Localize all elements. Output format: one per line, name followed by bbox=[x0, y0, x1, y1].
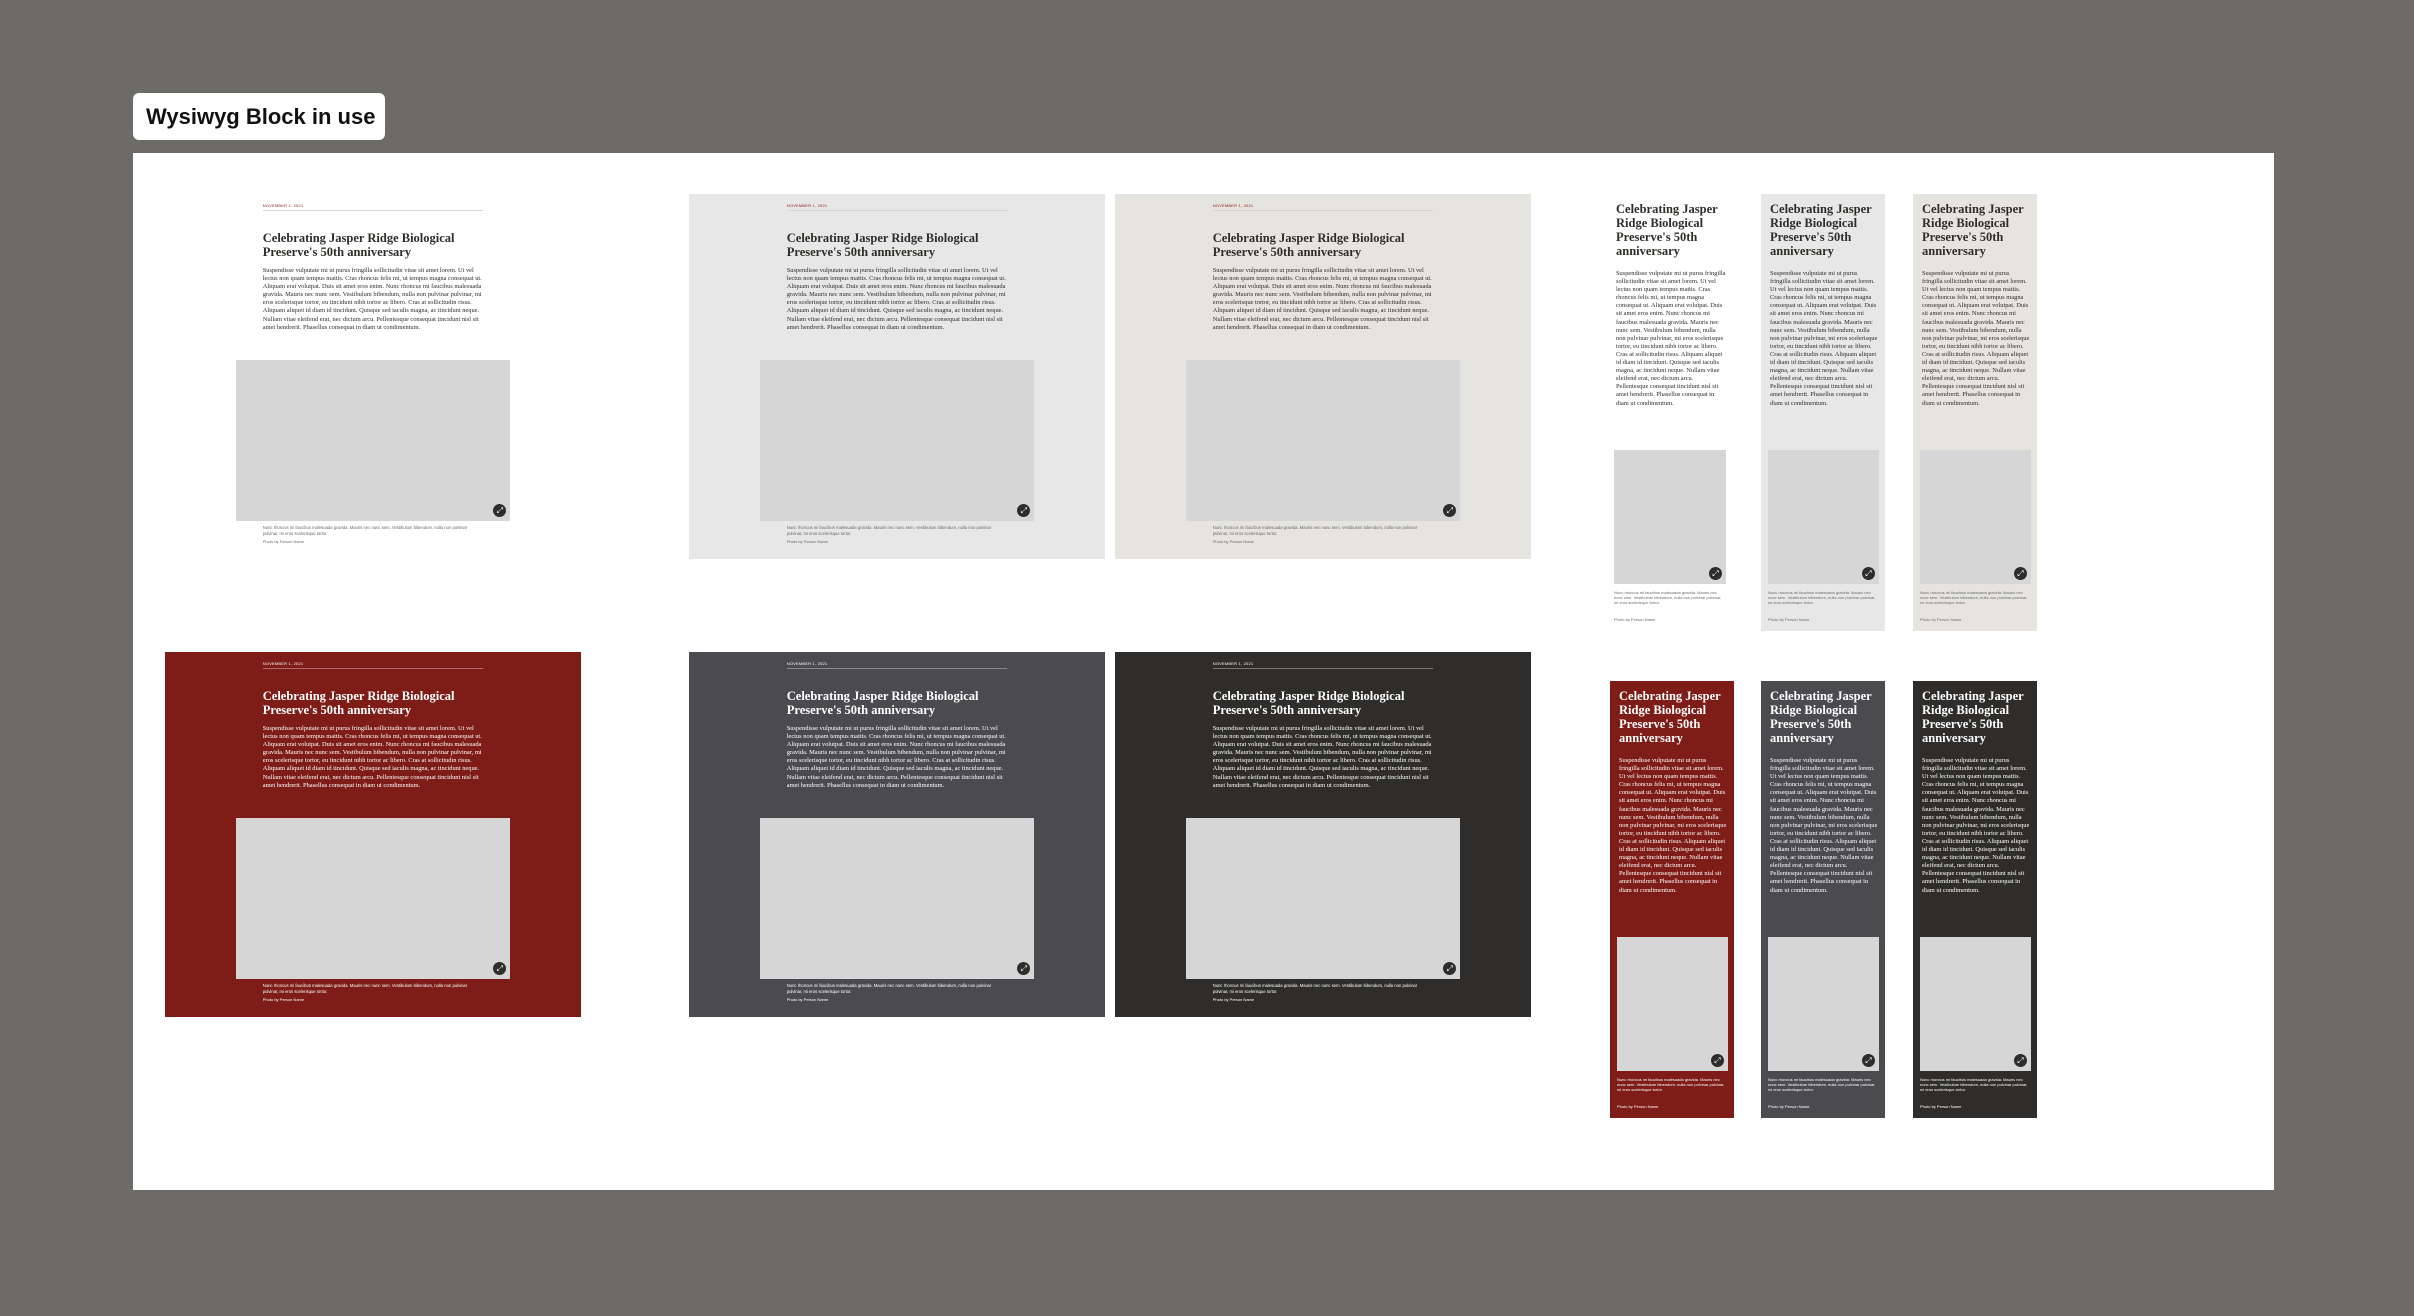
article-date: NOVEMBER 1, 2021 bbox=[1212, 203, 1254, 208]
article-date: NOVEMBER 1, 2021 bbox=[262, 661, 304, 666]
image-caption: Nunc rhoncus mi faucibus malesuada gravi… bbox=[1212, 525, 1418, 536]
expand-icon[interactable]: ⤢ bbox=[1709, 567, 1722, 580]
wysiwyg-card-narrow-light: Celebrating Jasper Ridge Biological Pres… bbox=[1761, 194, 1885, 631]
image-placeholder: ⤢ bbox=[1614, 450, 1726, 584]
wysiwyg-card-narrow-gray: Celebrating Jasper Ridge Biological Pres… bbox=[1761, 681, 1885, 1118]
expand-icon[interactable]: ⤢ bbox=[1443, 962, 1457, 975]
article-body: Suspendisse vulputate mi ut purus fringi… bbox=[262, 267, 482, 331]
article-title: Celebrating Jasper Ridge Biological Pres… bbox=[1922, 689, 2024, 745]
article-body: Suspendisse vulputate mi ut purus fringi… bbox=[1616, 270, 1726, 407]
divider bbox=[1212, 210, 1434, 211]
image-credit: Photo by Person Name bbox=[262, 539, 305, 544]
expand-icon[interactable]: ⤢ bbox=[1017, 504, 1031, 517]
image-credit: Photo by Person Name bbox=[1212, 539, 1255, 544]
image-placeholder: ⤢ bbox=[759, 818, 1035, 979]
image-caption: Nunc rhoncus mi faucibus malesuada gravi… bbox=[1920, 590, 2028, 606]
image-placeholder: ⤢ bbox=[235, 818, 511, 979]
image-credit: Photo by Person Name bbox=[1768, 1104, 1810, 1109]
article-date: NOVEMBER 1, 2021 bbox=[1212, 661, 1254, 666]
image-credit: Photo by Person Name bbox=[1920, 617, 1962, 622]
image-caption: Nunc rhoncus mi faucibus malesuada gravi… bbox=[786, 525, 992, 536]
divider bbox=[262, 668, 484, 669]
image-credit: Photo by Person Name bbox=[1617, 1104, 1659, 1109]
expand-icon[interactable]: ⤢ bbox=[493, 962, 507, 975]
expand-icon[interactable]: ⤢ bbox=[1862, 567, 1875, 580]
image-caption: Nunc rhoncus mi faucibus malesuada gravi… bbox=[786, 983, 992, 994]
article-body: Suspendisse vulputate mi ut purus fringi… bbox=[1922, 757, 2030, 894]
article-body: Suspendisse vulputate mi ut purus fringi… bbox=[786, 267, 1006, 331]
image-placeholder: ⤢ bbox=[1920, 937, 2031, 1071]
image-caption: Nunc rhoncus mi faucibus malesuada gravi… bbox=[262, 983, 468, 994]
image-credit: Photo by Person Name bbox=[1212, 997, 1255, 1002]
expand-icon[interactable]: ⤢ bbox=[2014, 1054, 2027, 1067]
article-title: Celebrating Jasper Ridge Biological Pres… bbox=[1212, 689, 1405, 717]
image-caption: Nunc rhoncus mi faucibus malesuada gravi… bbox=[1617, 1077, 1725, 1093]
wysiwyg-card-wide-light: NOVEMBER 1, 2021 Celebrating Jasper Ridg… bbox=[689, 194, 1105, 559]
image-caption: Nunc rhoncus mi faucibus malesuada gravi… bbox=[1920, 1077, 2028, 1093]
article-title: Celebrating Jasper Ridge Biological Pres… bbox=[1212, 231, 1405, 259]
canvas: NOVEMBER 1, 2021 Celebrating Jasper Ridg… bbox=[133, 153, 2274, 1190]
wysiwyg-card-wide-white: NOVEMBER 1, 2021 Celebrating Jasper Ridg… bbox=[165, 194, 581, 559]
expand-icon[interactable]: ⤢ bbox=[1443, 504, 1457, 517]
article-body: Suspendisse vulputate mi ut purus fringi… bbox=[1770, 757, 1878, 894]
article-title: Celebrating Jasper Ridge Biological Pres… bbox=[1770, 202, 1872, 258]
image-placeholder: ⤢ bbox=[759, 360, 1035, 521]
article-body: Suspendisse vulputate mi ut purus fringi… bbox=[1770, 270, 1878, 407]
image-caption: Nunc rhoncus mi faucibus malesuada gravi… bbox=[1768, 1077, 1876, 1093]
wysiwyg-card-narrow-stone: Celebrating Jasper Ridge Biological Pres… bbox=[1913, 194, 2037, 631]
wysiwyg-card-narrow-black: Celebrating Jasper Ridge Biological Pres… bbox=[1913, 681, 2037, 1118]
image-placeholder: ⤢ bbox=[1185, 818, 1461, 979]
article-date: NOVEMBER 1, 2021 bbox=[786, 203, 828, 208]
expand-icon[interactable]: ⤢ bbox=[1711, 1054, 1724, 1067]
expand-icon[interactable]: ⤢ bbox=[1862, 1054, 1875, 1067]
image-caption: Nunc rhoncus mi faucibus malesuada gravi… bbox=[262, 525, 468, 536]
wysiwyg-card-wide-stone: NOVEMBER 1, 2021 Celebrating Jasper Ridg… bbox=[1115, 194, 1531, 559]
article-title: Celebrating Jasper Ridge Biological Pres… bbox=[1922, 202, 2024, 258]
article-body: Suspendisse vulputate mi ut purus fringi… bbox=[786, 725, 1006, 789]
image-placeholder: ⤢ bbox=[235, 360, 511, 521]
image-credit: Photo by Person Name bbox=[786, 997, 829, 1002]
image-credit: Photo by Person Name bbox=[1614, 617, 1656, 622]
article-body: Suspendisse vulputate mi ut purus fringi… bbox=[1212, 267, 1432, 331]
divider bbox=[786, 210, 1008, 211]
article-body: Suspendisse vulputate mi ut purus fringi… bbox=[1922, 270, 2030, 407]
wysiwyg-card-wide-red: NOVEMBER 1, 2021 Celebrating Jasper Ridg… bbox=[165, 652, 581, 1017]
article-title: Celebrating Jasper Ridge Biological Pres… bbox=[786, 689, 979, 717]
image-placeholder: ⤢ bbox=[1768, 937, 1879, 1071]
expand-icon[interactable]: ⤢ bbox=[1017, 962, 1031, 975]
image-credit: Photo by Person Name bbox=[1768, 617, 1810, 622]
image-placeholder: ⤢ bbox=[1768, 450, 1879, 584]
article-title: Celebrating Jasper Ridge Biological Pres… bbox=[262, 231, 455, 259]
image-placeholder: ⤢ bbox=[1185, 360, 1461, 521]
image-credit: Photo by Person Name bbox=[786, 539, 829, 544]
wysiwyg-card-narrow-white: Celebrating Jasper Ridge Biological Pres… bbox=[1607, 194, 1732, 631]
article-date: NOVEMBER 1, 2021 bbox=[262, 203, 304, 208]
article-title: Celebrating Jasper Ridge Biological Pres… bbox=[1616, 202, 1718, 258]
article-title: Celebrating Jasper Ridge Biological Pres… bbox=[1770, 689, 1872, 745]
image-credit: Photo by Person Name bbox=[262, 997, 305, 1002]
article-title: Celebrating Jasper Ridge Biological Pres… bbox=[786, 231, 979, 259]
image-caption: Nunc rhoncus mi faucibus malesuada gravi… bbox=[1212, 983, 1418, 994]
image-placeholder: ⤢ bbox=[1920, 450, 2031, 584]
wysiwyg-card-wide-black: NOVEMBER 1, 2021 Celebrating Jasper Ridg… bbox=[1115, 652, 1531, 1017]
wysiwyg-card-wide-gray: NOVEMBER 1, 2021 Celebrating Jasper Ridg… bbox=[689, 652, 1105, 1017]
image-caption: Nunc rhoncus mi faucibus malesuada gravi… bbox=[1768, 590, 1876, 606]
article-body: Suspendisse vulputate mi ut purus fringi… bbox=[1619, 757, 1727, 894]
divider bbox=[786, 668, 1008, 669]
image-caption: Nunc rhoncus mi faucibus malesuada gravi… bbox=[1614, 590, 1722, 606]
article-title: Celebrating Jasper Ridge Biological Pres… bbox=[1619, 689, 1721, 745]
divider bbox=[262, 210, 484, 211]
expand-icon[interactable]: ⤢ bbox=[493, 504, 507, 517]
wysiwyg-card-narrow-red: Celebrating Jasper Ridge Biological Pres… bbox=[1610, 681, 1734, 1118]
divider bbox=[1212, 668, 1434, 669]
image-credit: Photo by Person Name bbox=[1920, 1104, 1962, 1109]
article-body: Suspendisse vulputate mi ut purus fringi… bbox=[1212, 725, 1432, 789]
article-title: Celebrating Jasper Ridge Biological Pres… bbox=[262, 689, 455, 717]
image-placeholder: ⤢ bbox=[1617, 937, 1728, 1071]
expand-icon[interactable]: ⤢ bbox=[2014, 567, 2027, 580]
frame-label: Wysiwyg Block in use bbox=[133, 93, 385, 140]
article-date: NOVEMBER 1, 2021 bbox=[786, 661, 828, 666]
article-body: Suspendisse vulputate mi ut purus fringi… bbox=[262, 725, 482, 789]
